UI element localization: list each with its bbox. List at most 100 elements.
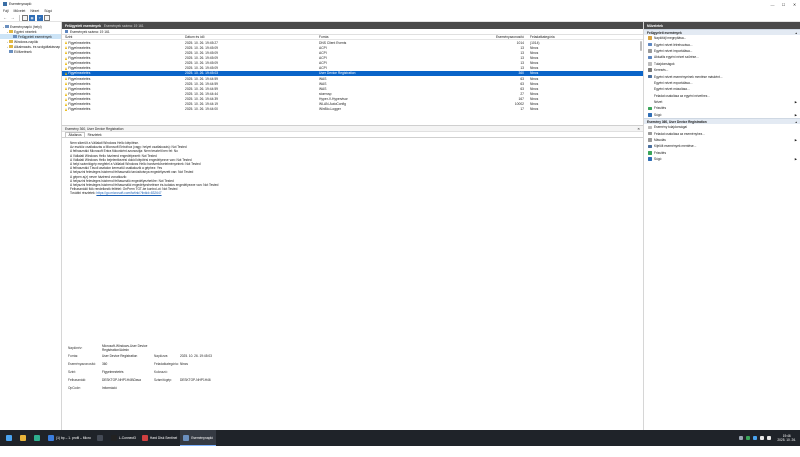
refresh-icon (648, 106, 652, 111)
action-label: Feladat csatolása az egyéni nézethez... (654, 93, 710, 98)
action-item[interactable]: Súgó ▶ (644, 156, 800, 162)
taskbar-item[interactable]: (1) bp – 1. profil – Micro (45, 430, 94, 446)
table-row[interactable]: Figyelmeztetés 2025. 10. 26. 19:45:09 ACPI… (62, 61, 643, 66)
table-row[interactable]: Figyelmeztetés 2025. 10. 26. 19:45:09 ACPI… (62, 55, 643, 60)
table-row[interactable]: Figyelmeztetés 2025. 10. 26. 19:44:39 Hype… (62, 97, 643, 102)
cell-task-category: Nincs (530, 97, 539, 102)
help-icon (648, 157, 652, 161)
menu-file[interactable]: Fájl (3, 9, 8, 13)
tab-details[interactable]: Részletek (85, 132, 104, 137)
table-row[interactable]: Figyelmeztetés 2025. 10. 26. 19:45:09 ACPI… (62, 45, 643, 50)
cell-event-id: 13 (520, 50, 524, 55)
menu-view[interactable]: Nézet (30, 9, 39, 13)
property-value: 2025. 10. 26. 19:45:03 (180, 354, 212, 358)
cell-level: Figyelmeztetés (62, 87, 182, 91)
taskbar-item[interactable]: Hard Disk Sentinel (139, 430, 180, 446)
center-pane: Felügyeleti események Események száma: 1… (62, 22, 643, 430)
taskbar-item-label: L-Connect3 (118, 436, 136, 440)
action-label: Nézet (654, 100, 663, 105)
taskbar-item[interactable] (17, 430, 31, 446)
filter-icon (65, 30, 68, 33)
clock-date: 2025. 10. 26. (777, 438, 796, 442)
tree-item-label: Alkalmazás- és szolgáltatásnap (14, 44, 61, 49)
cell-level: Figyelmeztetés (62, 56, 182, 60)
event-count-label: Események száma: 19 161 (70, 29, 110, 34)
cell-date: 2025. 10. 26. 19:44:19 (185, 102, 218, 107)
table-row[interactable]: Figyelmeztetés 2025. 10. 26. 19:44:19 WLAN… (62, 102, 643, 107)
taskbar-item[interactable] (3, 430, 17, 446)
cell-task-category: Nincs (530, 66, 539, 71)
tree-item[interactable]: Előfizetések (0, 49, 61, 54)
cell-source: ACPI (319, 50, 327, 55)
folder-icon (9, 29, 13, 34)
action-label: Súgó (654, 112, 662, 117)
table-row[interactable]: Figyelmeztetés 2025. 10. 26. 19:45:27 DNS … (62, 40, 643, 45)
network-icon[interactable] (760, 436, 765, 440)
table-row[interactable]: Figyelmeztetés 2025. 10. 26. 19:44:00 WinB… (62, 107, 643, 112)
col-header-source[interactable]: Forrás (316, 35, 436, 39)
col-header-level[interactable]: Szint (62, 35, 182, 39)
col-header-date[interactable]: Dátum és idő (182, 35, 316, 39)
close-button[interactable]: ✕ (789, 0, 800, 8)
collapse-icon[interactable]: ▴ (795, 120, 797, 124)
warning-icon (65, 51, 67, 55)
close-detail-icon[interactable]: ✕ (637, 127, 640, 131)
refresh-icon (648, 151, 652, 155)
tray-chevron-icon[interactable] (739, 436, 744, 440)
event-grid-scrollbar[interactable] (640, 41, 642, 51)
action-label: Másolás (654, 138, 666, 143)
table-row[interactable]: Figyelmeztetés 2025. 10. 26. 19:45:03 User… (62, 70, 643, 76)
cell-event-id: 17 (520, 107, 524, 112)
table-row[interactable]: Figyelmeztetés 2025. 10. 26. 19:45:09 ACPI… (62, 66, 643, 71)
menu-help[interactable]: Súgó (44, 9, 52, 13)
property-key: Eseményazonosító: (68, 362, 96, 366)
eventlog-icon (5, 24, 9, 29)
col-header-task-category[interactable]: Feladatkategória (527, 35, 637, 39)
clock[interactable]: 19:46 2025. 10. 26. (777, 434, 796, 442)
tray-app-icon[interactable] (746, 436, 751, 440)
save-icon (648, 144, 652, 149)
forward-arrow-icon[interactable]: → (10, 15, 16, 21)
tab-general[interactable]: Általános (65, 132, 86, 137)
table-row[interactable]: Figyelmeztetés 2025. 10. 26. 19:44:59 WAS 6… (62, 86, 643, 91)
table-row[interactable]: Figyelmeztetés 2025. 10. 26. 19:44:59 WAS 6… (62, 76, 643, 81)
action-label: Egyéni nézet másolása... (654, 87, 690, 92)
property-key: Feladatkategória: (154, 362, 179, 366)
toolbar: ← → ▦ ? (0, 14, 800, 22)
col-header-event-id[interactable]: Eseményazonosító (436, 35, 527, 39)
collapse-icon[interactable]: ▴ (795, 31, 797, 35)
property-value: DESKTOP-NHP1H46\Dava (102, 378, 141, 382)
table-row[interactable]: Figyelmeztetés 2025. 10. 26. 19:44:59 WAS 6… (62, 81, 643, 86)
more-info-link[interactable]: https://go.microsoft.com/fwlink/?linkid=… (96, 191, 161, 195)
property-key: Kulcsszó: (154, 370, 168, 374)
table-row[interactable]: Figyelmeztetés 2025. 10. 26. 19:44:44 stor… (62, 91, 643, 96)
back-arrow-icon[interactable]: ← (2, 15, 8, 21)
cell-source: ACPI (319, 66, 327, 71)
action-label: Tulajdonságok (654, 61, 675, 66)
copy-icon (648, 138, 652, 142)
taskbar-item[interactable]: L-Connect3 (108, 430, 139, 446)
cell-level-text: Figyelmeztetés (68, 102, 91, 107)
property-row: Felhasználó: DESKTOP-NHP1H46\Dava Számítóg… (68, 376, 643, 384)
tray-cloud-icon[interactable] (753, 436, 758, 440)
table-row[interactable]: Figyelmeztetés 2025. 10. 26. 19:45:09 ACPI… (62, 50, 643, 55)
taskbar: (1) bp – 1. profil – Micro L-Connect3 Hard… (0, 430, 800, 446)
property-key: Forrás: (68, 354, 79, 358)
taskbar-item[interactable] (31, 430, 45, 446)
help-icon[interactable]: ? (36, 14, 43, 21)
folder-view-icon[interactable] (21, 14, 28, 21)
minimize-button[interactable]: — (767, 0, 778, 8)
tree-item-label: Felügyeleti események (18, 34, 52, 39)
maximize-button[interactable]: ☐ (778, 0, 789, 8)
volume-icon[interactable] (767, 436, 772, 440)
import-icon (648, 49, 652, 53)
action-item[interactable]: Súgó ▶ (644, 112, 800, 118)
cell-event-id: 27 (520, 91, 524, 96)
action-pane-icon[interactable] (44, 14, 51, 21)
taskbar-item[interactable] (94, 430, 108, 446)
taskbar-item[interactable]: Eseménynapló (180, 430, 216, 446)
cell-task-category: Nincs (530, 107, 539, 112)
menu-action[interactable]: Művelet (13, 9, 25, 13)
cell-level-text: Figyelmeztetés (68, 76, 91, 81)
console-tree-icon[interactable]: ▦ (29, 14, 36, 21)
